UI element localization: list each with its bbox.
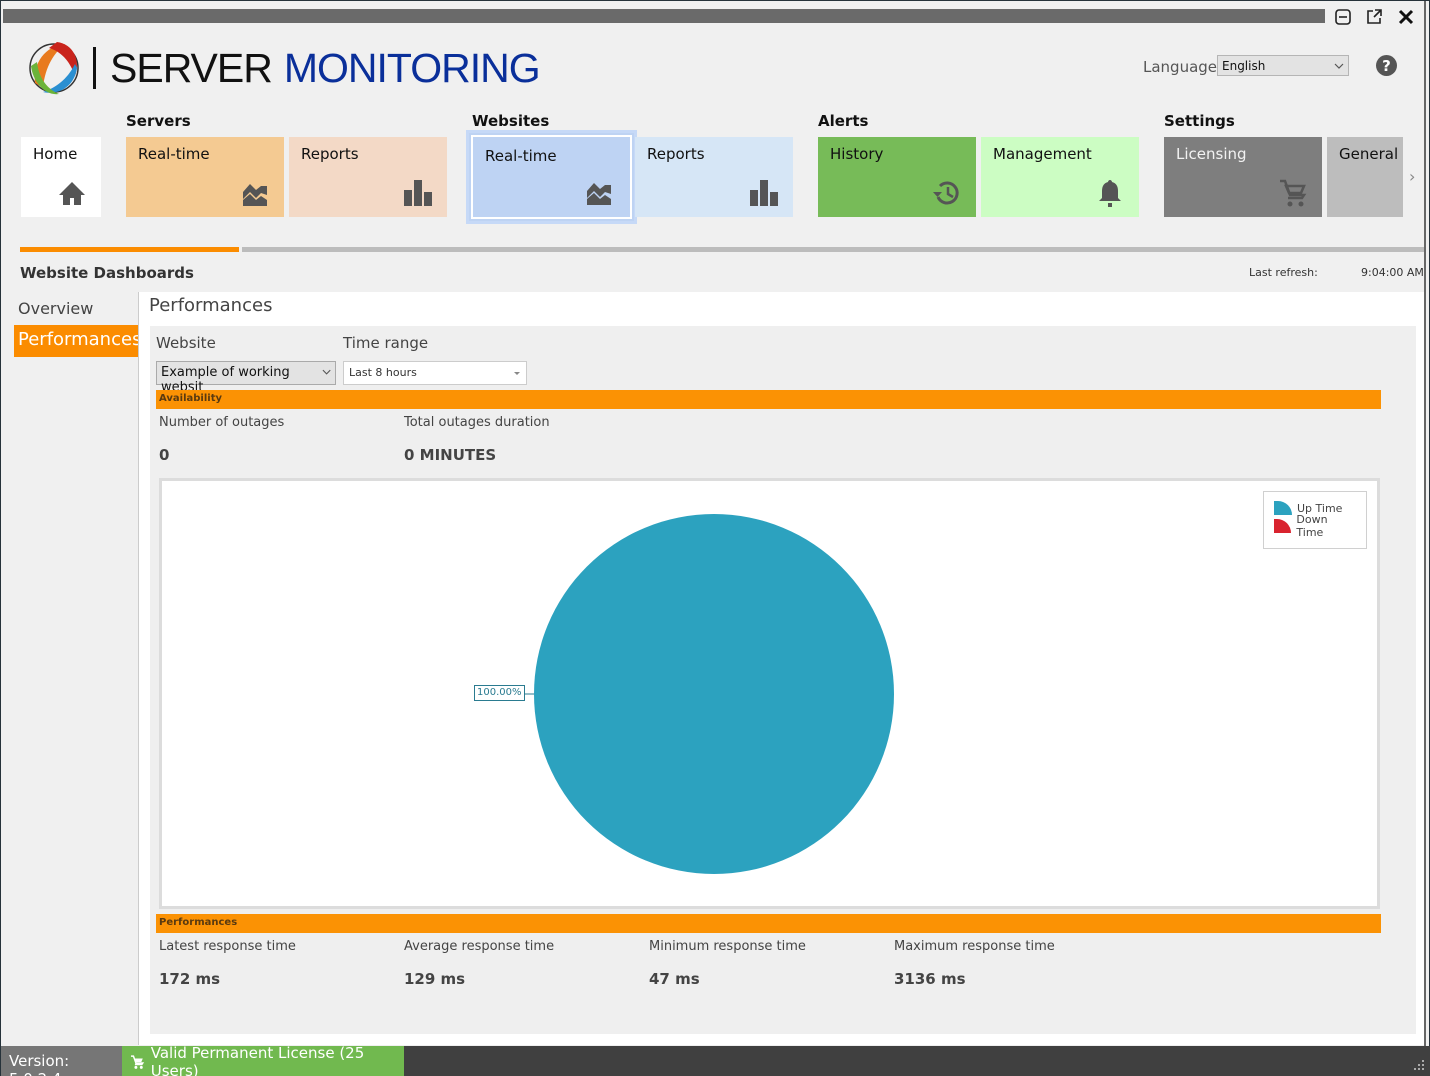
- version-label: Version: 5.0.2.4: [1, 1046, 122, 1076]
- license-status[interactable]: Valid Permanent License (25 Users): [122, 1043, 404, 1076]
- ribbon-scroll-thumb[interactable]: [20, 247, 239, 252]
- outages-value: 0: [159, 446, 170, 464]
- dropdown-arrow-icon: [514, 372, 520, 375]
- group-label-alerts: Alerts: [818, 112, 869, 130]
- license-text: Valid Permanent License (25 Users): [150, 1043, 365, 1076]
- cart-icon: [130, 1054, 145, 1069]
- bar-chart-icon: [750, 180, 778, 206]
- help-button[interactable]: ?: [1376, 55, 1397, 76]
- tile-home-label: Home: [33, 145, 78, 163]
- last-refresh-label: Last refresh:: [1249, 266, 1318, 279]
- time-range-value: Last 8 hours: [349, 366, 417, 379]
- language-select[interactable]: English: [1217, 55, 1349, 76]
- ribbon-next-arrow-icon[interactable]: ›: [1409, 167, 1415, 186]
- performances-header: Performances: [156, 914, 1381, 933]
- main-content: Performances Website Time range Example …: [138, 292, 1424, 1045]
- group-label-servers: Servers: [126, 112, 191, 130]
- group-label-settings: Settings: [1164, 112, 1235, 130]
- tile-servers-reports[interactable]: Reports: [289, 137, 447, 217]
- outages-label: Number of outages: [159, 415, 285, 430]
- pie-chart: [525, 514, 894, 874]
- average-response-label: Average response time: [404, 939, 555, 954]
- nav-item-overview[interactable]: Overview: [14, 293, 138, 325]
- tile-servers-realtime[interactable]: Real-time: [126, 137, 284, 217]
- tile-websites-realtime[interactable]: Real-time: [466, 130, 637, 224]
- minimize-icon: [1335, 9, 1351, 25]
- resize-grip-icon[interactable]: [1413, 1059, 1425, 1071]
- area-chart-icon: [243, 184, 267, 206]
- average-response-value: 129 ms: [404, 970, 466, 988]
- pie-data-label: 100.00%: [474, 685, 525, 701]
- close-button[interactable]: [1394, 5, 1418, 29]
- minimize-button[interactable]: [1331, 5, 1355, 29]
- popout-button[interactable]: [1362, 5, 1386, 29]
- bell-icon: [1099, 180, 1121, 207]
- tile-servers-reports-label: Reports: [301, 145, 359, 163]
- cart-icon: [1280, 179, 1307, 207]
- ribbon-scroll-track[interactable]: [242, 247, 1424, 252]
- legend-swatch-up-time: [1274, 501, 1292, 515]
- tile-websites-realtime-label: Real-time: [485, 147, 557, 165]
- tile-home[interactable]: Home: [21, 137, 101, 217]
- website-label: Website: [156, 334, 216, 352]
- title-bar[interactable]: [3, 9, 1325, 23]
- language-label: Language: [1143, 58, 1218, 76]
- tile-websites-reports-label: Reports: [647, 145, 705, 163]
- maximum-response-value: 3136 ms: [894, 970, 966, 988]
- dashboard-title: Website Dashboards: [20, 264, 194, 282]
- globe-logo-icon: [29, 42, 79, 95]
- last-refresh-time: 9:04:00 AM: [1361, 266, 1424, 279]
- logo-divider: [93, 47, 96, 89]
- dashboard-nav: Overview Performances: [14, 293, 141, 357]
- performance-panel: Website Time range Example of working we…: [150, 326, 1416, 1034]
- minimum-response-label: Minimum response time: [649, 939, 806, 954]
- tile-websites-reports[interactable]: Reports: [635, 137, 793, 217]
- language-value: English: [1222, 58, 1266, 73]
- tile-settings-licensing-label: Licensing: [1176, 145, 1247, 163]
- minimum-response-value: 47 ms: [649, 970, 700, 988]
- tile-settings-licensing[interactable]: Licensing: [1164, 137, 1322, 217]
- tile-settings-general[interactable]: General S: [1327, 137, 1403, 217]
- area-chart-icon: [587, 183, 611, 205]
- tile-alerts-management-label: Management: [993, 145, 1092, 163]
- popout-icon: [1367, 9, 1382, 24]
- close-icon: [1398, 9, 1414, 25]
- group-label-websites: Websites: [472, 112, 550, 130]
- help-icon: ?: [1382, 56, 1391, 75]
- page-title: Performances: [149, 295, 273, 316]
- logo-text-monitoring: MONITORING: [283, 44, 541, 91]
- tile-alerts-history-label: History: [830, 145, 884, 163]
- maximum-response-label: Maximum response time: [894, 939, 1055, 954]
- legend-item-down-time[interactable]: Down Time: [1274, 513, 1356, 539]
- website-value: Example of working websit: [161, 365, 290, 395]
- home-icon: [59, 182, 85, 205]
- duration-value: 0 MINUTES: [404, 446, 497, 464]
- legend-swatch-down-time: [1274, 519, 1292, 533]
- tile-alerts-management[interactable]: Management: [981, 137, 1139, 217]
- chevron-down-icon: [1334, 63, 1344, 69]
- tile-servers-realtime-label: Real-time: [138, 145, 210, 163]
- website-select[interactable]: Example of working websit: [156, 361, 336, 395]
- duration-label: Total outages duration: [404, 415, 550, 430]
- nav-item-performances[interactable]: Performances: [14, 325, 141, 357]
- availability-chart: 100.00% Up Time Down Time: [159, 478, 1380, 909]
- time-range-label: Time range: [343, 334, 429, 352]
- availability-header: Availability: [156, 390, 1381, 409]
- status-bar: Version: 5.0.2.4 Valid Permanent License…: [1, 1043, 1430, 1076]
- tile-alerts-history[interactable]: History: [818, 137, 976, 217]
- app-logo: SERVER MONITORING: [25, 37, 541, 99]
- latest-response-value: 172 ms: [159, 970, 221, 988]
- right-border: [1424, 1, 1426, 1075]
- time-range-select[interactable]: Last 8 hours: [343, 361, 527, 385]
- bar-chart-icon: [404, 180, 432, 206]
- history-icon: [933, 181, 959, 205]
- latest-response-label: Latest response time: [159, 939, 296, 954]
- pie-slice-up-time[interactable]: [534, 514, 894, 874]
- chevron-down-icon: [322, 369, 331, 375]
- legend-label-down-time: Down Time: [1296, 513, 1328, 539]
- logo-text-server: SERVER: [110, 44, 273, 91]
- tile-settings-general-label: General S: [1339, 145, 1403, 163]
- chart-legend: Up Time Down Time: [1263, 491, 1367, 549]
